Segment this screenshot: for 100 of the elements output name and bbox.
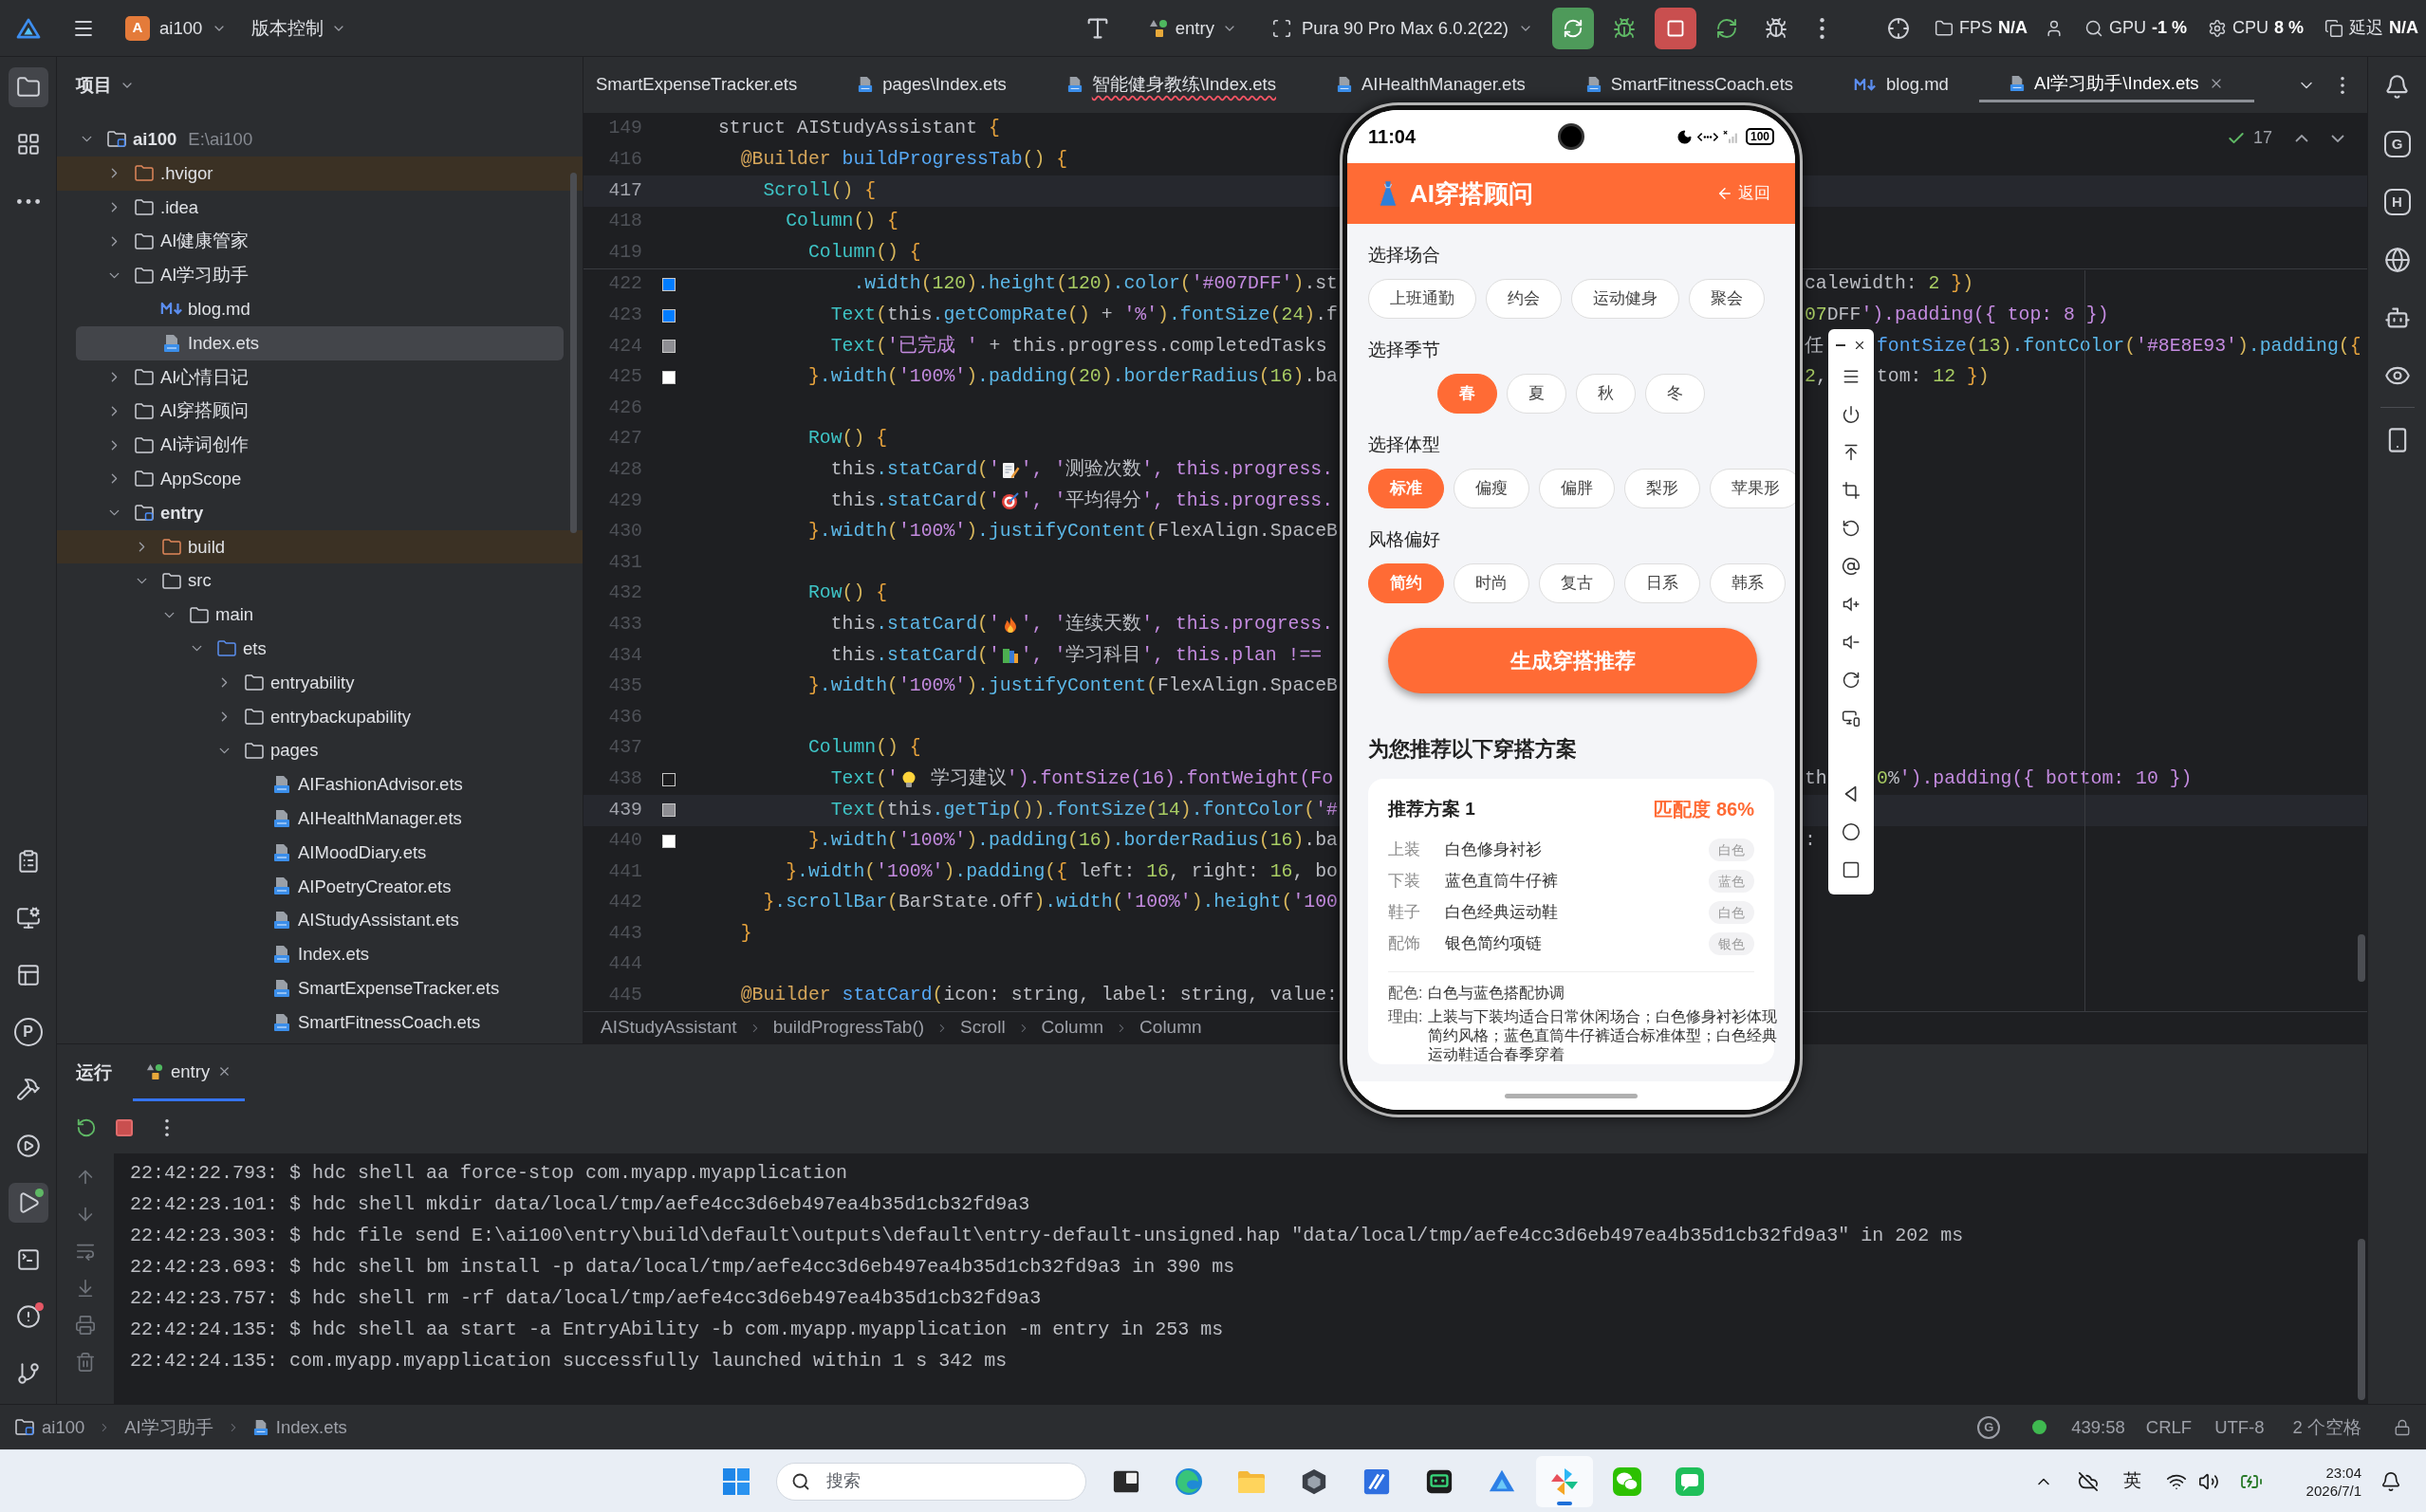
option-chip[interactable]: 偏瘦: [1454, 469, 1529, 508]
monitor-phone-icon[interactable]: [1842, 709, 1861, 728]
rotate-cw-icon[interactable]: [1842, 671, 1861, 690]
speaker-minus-icon[interactable]: [1842, 633, 1861, 652]
tree-item[interactable]: Index.ets: [76, 937, 564, 971]
option-chip[interactable]: 夏: [1507, 374, 1566, 414]
tree-item[interactable]: AIHealthManager.ets: [76, 801, 564, 836]
tree-item[interactable]: main: [76, 598, 564, 632]
tree-item[interactable]: AI学习助手: [76, 258, 564, 292]
tree-item[interactable]: entry: [76, 495, 564, 530]
breadcrumb-item[interactable]: buildProgressTab(): [772, 1014, 925, 1042]
editor-tab[interactable]: blog.md: [1824, 66, 1979, 102]
option-chip[interactable]: 苹果形: [1710, 469, 1795, 508]
tree-item[interactable]: AIPoetryCreator.ets: [76, 869, 564, 904]
option-chip[interactable]: 梨形: [1624, 469, 1700, 508]
device-selector[interactable]: Pura 90 Pro Max 6.0.2(22): [1265, 9, 1539, 47]
more-icon[interactable]: [1819, 17, 1824, 39]
editor-tab[interactable]: 智能健身教练\Index.ets: [1036, 66, 1306, 102]
option-chip[interactable]: 聚会: [1689, 279, 1765, 319]
tree-item[interactable]: pages: [76, 733, 564, 768]
arrow-up-to-line-icon[interactable]: [1842, 443, 1861, 462]
stop-button[interactable]: [1654, 7, 1696, 49]
path-item[interactable]: ai100: [15, 1413, 85, 1441]
tree-item[interactable]: AIStudyAssistant.ets: [76, 903, 564, 938]
trash-icon[interactable]: [75, 1352, 96, 1373]
option-chip[interactable]: 上班通勤: [1368, 279, 1476, 319]
line-ending[interactable]: CRLF: [2145, 1413, 2193, 1441]
tree-item[interactable]: entrybackupability: [76, 699, 564, 734]
stop-icon[interactable]: [116, 1118, 133, 1136]
editor-tab[interactable]: SmartFitnessCoach.ets: [1555, 66, 1824, 102]
tool-glyph-button[interactable]: G: [2383, 131, 2411, 157]
square-icon[interactable]: [1842, 860, 1861, 879]
breadcrumb-item[interactable]: Scroll: [960, 1014, 1006, 1042]
tool-window-button[interactable]: [8, 67, 48, 107]
caret-position[interactable]: 439:58: [2071, 1413, 2125, 1441]
breadcrumb-item[interactable]: Column: [1139, 1014, 1202, 1042]
input-method-indicator[interactable]: 英: [2122, 1467, 2141, 1495]
tool-glyph-button[interactable]: H: [2383, 189, 2411, 215]
glyph-button[interactable]: G: [1977, 1415, 2001, 1439]
tree-item[interactable]: entryability: [76, 665, 564, 700]
indent-setting[interactable]: 2 个空格: [2292, 1413, 2361, 1441]
tree-item[interactable]: Index.ets: [76, 325, 564, 360]
lock-icon[interactable]: [2394, 1418, 2411, 1436]
option-chip[interactable]: 韩系: [1710, 563, 1786, 603]
printer-icon[interactable]: [75, 1315, 96, 1336]
panel-title-menu[interactable]: 项目: [76, 72, 135, 99]
project-switcher[interactable]: A ai100: [120, 9, 233, 47]
option-chip[interactable]: 复古: [1539, 563, 1615, 603]
at-sign-icon[interactable]: [1842, 557, 1861, 576]
option-chip[interactable]: 运动健身: [1571, 279, 1679, 319]
tree-item[interactable]: ets: [76, 631, 564, 666]
crosshair-icon[interactable]: [1886, 16, 1910, 40]
run-tab[interactable]: entry: [133, 1044, 246, 1101]
tree-item[interactable]: blog.md: [76, 292, 564, 326]
tree-item[interactable]: AIFashionAdvisor.ets: [76, 767, 564, 802]
editor-tab[interactable]: AIHealthManager.ets: [1306, 66, 1556, 102]
option-chip[interactable]: 偏胖: [1539, 469, 1615, 508]
vcs-menu[interactable]: 版本控制: [246, 9, 353, 47]
option-chip[interactable]: 约会: [1486, 279, 1562, 319]
four-squares-icon[interactable]: [721, 1466, 751, 1497]
speaker-plus-icon[interactable]: [1842, 595, 1861, 614]
tree-item[interactable]: AppScope: [76, 461, 564, 496]
tree-item[interactable]: AI穿搭顾问: [76, 394, 564, 429]
bug-icon[interactable]: [1764, 16, 1787, 40]
bell-icon[interactable]: [2380, 1470, 2401, 1492]
power-icon[interactable]: [1842, 405, 1861, 424]
run-config-selector[interactable]: entry: [1142, 9, 1243, 47]
editor-tab[interactable]: AI学习助手\Index.ets: [1978, 66, 2254, 102]
tree-item[interactable]: SmartFitnessCoach.ets: [76, 1005, 564, 1040]
tree-item[interactable]: SmartExpenseTracker.ets: [76, 970, 564, 1005]
circle-icon[interactable]: [1842, 822, 1861, 841]
run-button[interactable]: [1551, 7, 1594, 49]
tree-item[interactable]: AI健康管家: [76, 224, 564, 259]
more-icon[interactable]: [2341, 76, 2344, 94]
option-chip[interactable]: 冬: [1645, 374, 1705, 414]
file-encoding[interactable]: UTF-8: [2214, 1413, 2265, 1441]
crop-icon[interactable]: [1842, 481, 1861, 500]
tree-item[interactable]: ai100 E:\ai100: [76, 122, 564, 157]
rotate-ccw-icon[interactable]: [76, 1116, 97, 1138]
clock[interactable]: 23:04 2026/7/1: [2306, 1463, 2361, 1500]
path-item[interactable]: AI学习助手: [124, 1413, 213, 1441]
tool-window-button[interactable]: P: [13, 1018, 43, 1046]
editor-tab[interactable]: pages\Index.ets: [827, 66, 1037, 102]
tree-item[interactable]: AIMoodDiary.ets: [76, 835, 564, 870]
tree-item[interactable]: AI诗词创作: [76, 428, 564, 462]
option-chip[interactable]: 日系: [1624, 563, 1700, 603]
path-item[interactable]: Index.ets: [252, 1413, 347, 1441]
tool-window-button[interactable]: [8, 1183, 48, 1223]
close-icon[interactable]: [1853, 339, 1866, 352]
tree-item[interactable]: AI心情日记: [76, 360, 564, 395]
breadcrumb-item[interactable]: AIStudyAssistant: [601, 1014, 737, 1042]
search-field[interactable]: 搜索: [776, 1462, 1086, 1501]
option-chip[interactable]: 秋: [1576, 374, 1636, 414]
editor-tab[interactable]: SmartExpenseTracker.ets: [583, 66, 828, 102]
refresh-icon[interactable]: [1714, 16, 1738, 40]
rotate-ccw-icon[interactable]: [1842, 519, 1861, 538]
breadcrumb-item[interactable]: Column: [1041, 1014, 1104, 1042]
option-chip[interactable]: 时尚: [1454, 563, 1529, 603]
cloud-off-icon[interactable]: [2077, 1470, 2099, 1492]
tree-item[interactable]: .idea: [76, 190, 564, 225]
